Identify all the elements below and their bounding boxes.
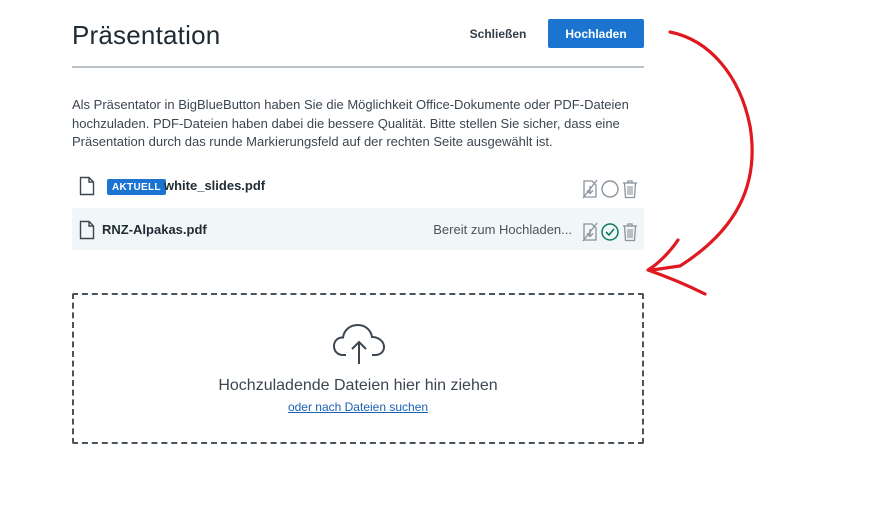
file-name: RNZ-Alpakas.pdf [102,222,207,237]
cloud-upload-icon [332,323,386,364]
file-actions [580,178,640,200]
upload-status: Bereit zum Hochladen... [433,222,572,237]
file-name: white_slides.pdf [164,178,266,193]
document-icon [79,176,95,196]
download-toggle-icon[interactable] [580,178,600,200]
annotation-arrow [646,30,754,296]
trash-icon[interactable] [620,221,640,243]
download-toggle-icon[interactable] [580,221,600,243]
file-row: AKTUELL white_slides.pdf [72,166,644,209]
current-badge: AKTUELL [107,179,166,195]
selected-check-icon[interactable] [600,221,620,243]
file-row: RNZ-Alpakas.pdf Bereit zum Hochladen... [72,208,644,250]
select-radio-icon[interactable] [600,178,620,200]
modal-header: Präsentation Schließen Hochladen [72,14,644,68]
file-dropzone[interactable]: Hochzuladende Dateien hier hin ziehen od… [72,293,644,444]
trash-icon[interactable] [620,178,640,200]
browse-files-link[interactable]: oder nach Dateien suchen [74,400,642,414]
dropzone-text: Hochzuladende Dateien hier hin ziehen [218,377,498,394]
upload-button[interactable]: Hochladen [548,19,644,48]
close-button[interactable]: Schließen [454,20,542,48]
file-actions [580,221,640,243]
presentation-upload-modal: Präsentation Schließen Hochladen Als Prä… [72,0,644,524]
description-text: Als Präsentator in BigBlueButton haben S… [72,97,629,149]
page-title: Präsentation [72,20,221,50]
document-icon [79,220,95,240]
